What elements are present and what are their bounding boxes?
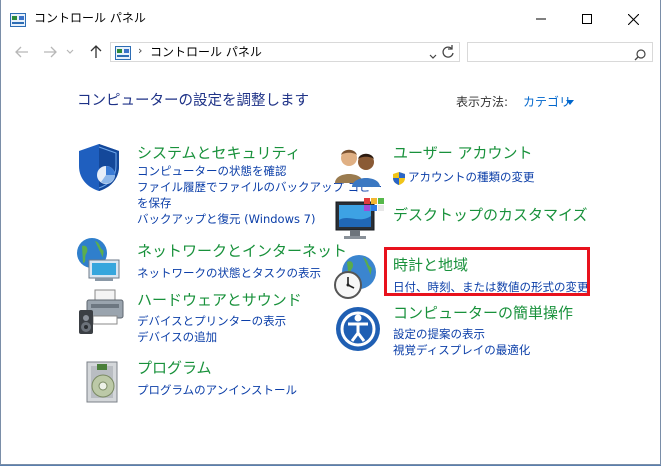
forward-arrow-icon (44, 46, 57, 58)
link-check-computer-status[interactable]: コンピューターの状態を確認 (137, 163, 287, 179)
users-icon[interactable] (335, 147, 381, 191)
back-button[interactable] (13, 43, 31, 61)
view-by-dropdown[interactable]: カテゴリ (523, 95, 571, 110)
chevron-down-icon (66, 49, 74, 54)
refresh-button[interactable] (440, 44, 456, 60)
minimize-button[interactable] (518, 0, 564, 38)
maximize-button[interactable] (564, 0, 610, 38)
link-optimize-visual-display[interactable]: 視覚ディスプレイの最適化 (393, 342, 530, 358)
link-suggested-settings[interactable]: 設定の提案の表示 (393, 326, 485, 342)
link-network-status[interactable]: ネットワークの状態とタスクの表示 (137, 265, 321, 281)
navigation-bar: › コントロール パネル (1, 38, 660, 66)
category-title-ease-of-access[interactable]: コンピューターの簡単操作 (393, 304, 573, 323)
chevron-down-icon (566, 100, 574, 105)
programs-disc-icon[interactable] (83, 360, 123, 410)
category-title-network-internet[interactable]: ネットワークとインターネット (137, 242, 347, 261)
close-icon (627, 13, 639, 25)
control-panel-icon (10, 12, 26, 31)
network-globe-icon[interactable] (75, 236, 125, 286)
link-devices-printers[interactable]: デバイスとプリンターの表示 (137, 313, 286, 329)
forward-button[interactable] (41, 43, 59, 61)
category-title-hardware-sound[interactable]: ハードウェアとサウンド (137, 291, 302, 310)
link-uninstall-program[interactable]: プログラムのアンインストール (137, 382, 297, 398)
up-button[interactable] (87, 43, 105, 61)
category-title-appearance[interactable]: デスクトップのカスタマイズ (393, 206, 588, 225)
recent-locations-button[interactable] (64, 43, 76, 61)
control-panel-icon (115, 45, 131, 64)
up-arrow-icon (90, 45, 102, 58)
category-title-user-accounts[interactable]: ユーザー アカウント (393, 144, 532, 163)
refresh-icon (442, 45, 454, 58)
minimize-icon (536, 18, 546, 20)
category-title-system-security[interactable]: システムとセキュリティ (137, 144, 301, 163)
window-title: コントロール パネル (34, 11, 146, 25)
back-arrow-icon (15, 46, 28, 58)
uac-shield-icon (393, 170, 405, 189)
link-file-history-backup-cont[interactable]: を保存 (137, 195, 172, 211)
view-by-label: 表示方法: (456, 95, 509, 109)
monitor-palette-icon[interactable] (334, 196, 384, 248)
printer-speaker-icon[interactable] (77, 288, 127, 340)
ease-of-access-icon[interactable] (334, 305, 382, 357)
category-title-programs[interactable]: プログラム (137, 359, 212, 378)
close-button[interactable] (610, 0, 656, 38)
title-bar: コントロール パネル (1, 0, 660, 38)
shield-icon[interactable] (75, 142, 123, 196)
link-backup-restore[interactable]: バックアップと復元 (Windows 7) (137, 211, 315, 227)
search-icon (634, 46, 646, 65)
search-input[interactable] (467, 42, 653, 62)
breadcrumb[interactable]: コントロール パネル (150, 45, 262, 60)
breadcrumb-separator: › (138, 44, 143, 57)
maximize-icon (582, 14, 592, 24)
highlight-box (384, 247, 590, 296)
clock-globe-icon[interactable] (333, 252, 383, 306)
chevron-down-icon (429, 54, 437, 59)
link-change-account-type[interactable]: アカウントの種類の変更 (408, 169, 535, 185)
address-bar[interactable]: › コントロール パネル (110, 42, 460, 62)
page-title: コンピューターの設定を調整します (77, 93, 309, 109)
control-panel-window: コントロール パネル › コントロール パネル コンピューターの設定を調整します… (0, 0, 661, 465)
address-dropdown-button[interactable] (429, 46, 437, 65)
link-add-device[interactable]: デバイスの追加 (137, 329, 217, 345)
